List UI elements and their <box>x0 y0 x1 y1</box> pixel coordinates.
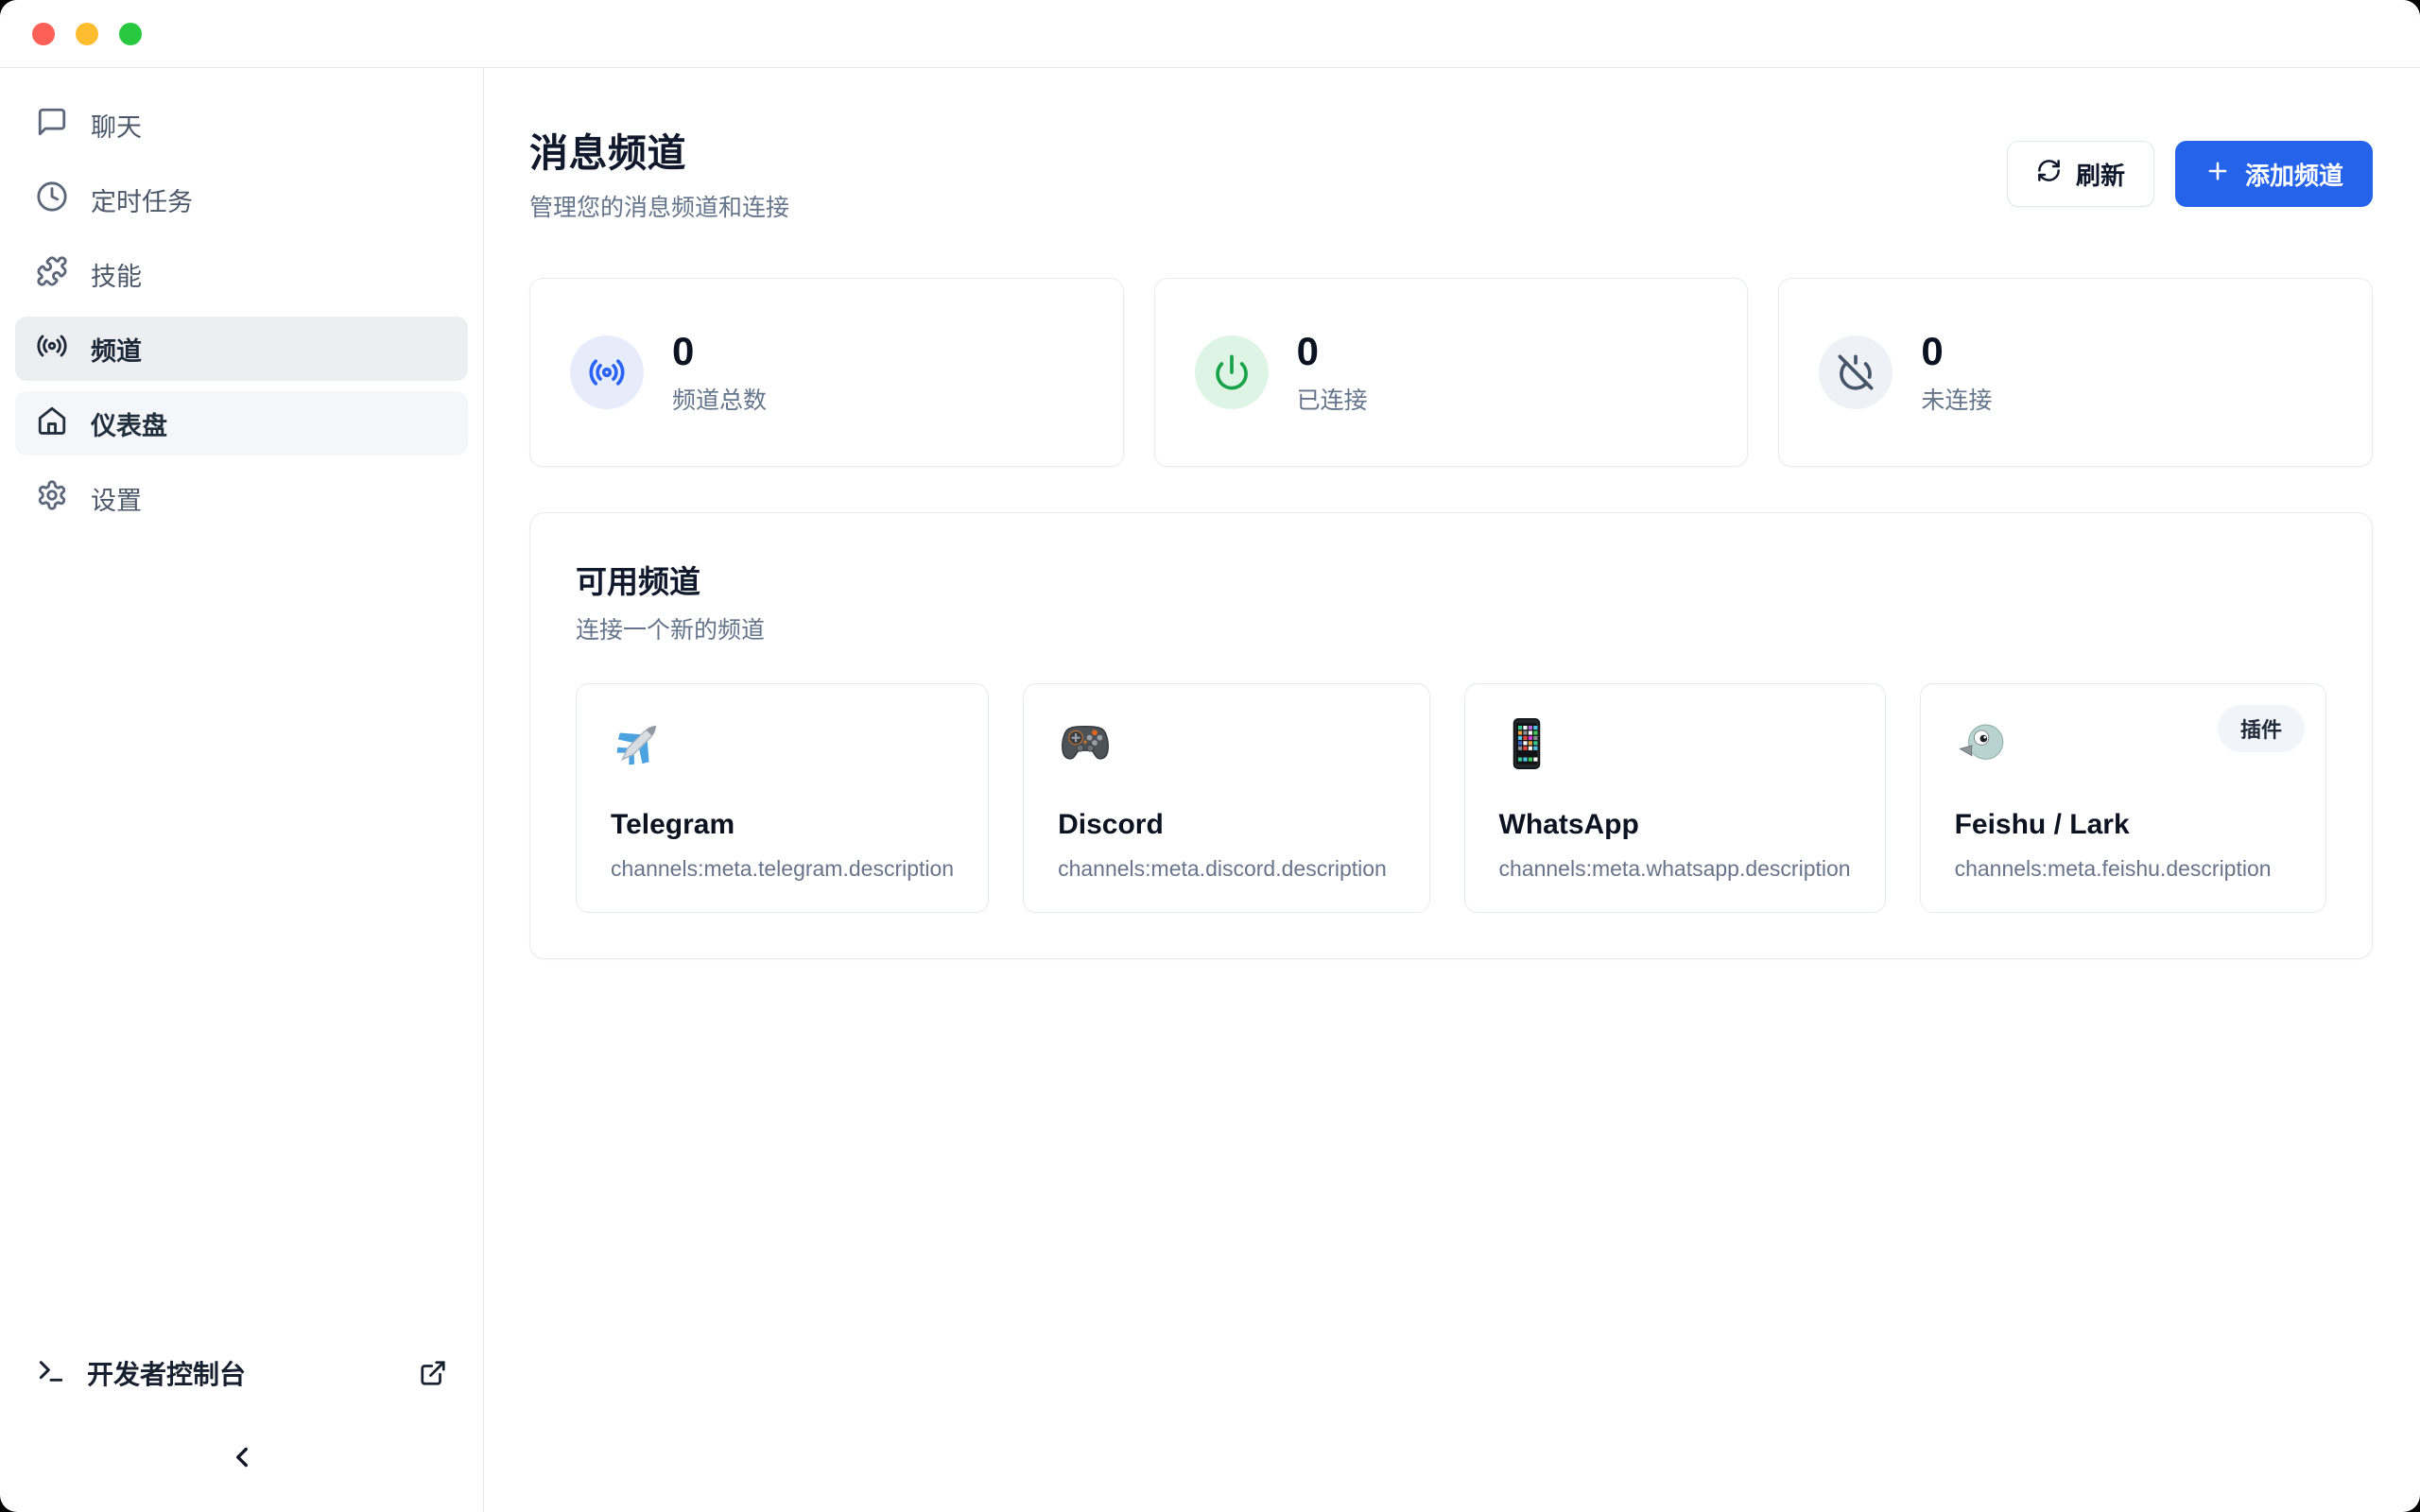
channel-name: Discord <box>1058 809 1394 841</box>
stat-label: 已连接 <box>1297 382 1368 416</box>
main-content: 消息频道 管理您的消息频道和连接 刷新 添加频道 <box>484 68 2420 1512</box>
external-link-icon[interactable] <box>419 1359 447 1387</box>
puzzle-icon <box>36 255 68 294</box>
channel-card-discord[interactable]: Discord channels:meta.discord.descriptio… <box>1023 683 1429 913</box>
terminal-icon <box>36 1356 66 1391</box>
power-off-icon <box>1819 335 1893 409</box>
developer-console-row[interactable]: 开发者控制台 <box>15 1354 468 1392</box>
sidebar-item-label: 仪表盘 <box>91 405 167 442</box>
sidebar-item-skills[interactable]: 技能 <box>15 242 468 306</box>
available-channels-panel: 可用频道 连接一个新的频道 <box>529 512 2373 959</box>
channel-name: WhatsApp <box>1499 809 1851 841</box>
stat-label: 未连接 <box>1921 382 1992 416</box>
stat-label: 频道总数 <box>672 382 767 416</box>
refresh-icon <box>2036 158 2062 190</box>
plugin-badge: 插件 <box>2218 705 2305 752</box>
chat-bubble-icon <box>36 106 68 145</box>
airplane-emoji <box>611 716 666 771</box>
minimize-window-button[interactable] <box>76 23 98 45</box>
zoom-window-button[interactable] <box>119 23 142 45</box>
sidebar-item-scheduled-tasks[interactable]: 定时任务 <box>15 167 468 232</box>
stat-value: 0 <box>672 329 767 374</box>
home-icon <box>36 404 68 443</box>
stat-card-total-channels: 0 频道总数 <box>529 278 1124 467</box>
chevron-left-icon <box>226 1441 258 1478</box>
clock-icon <box>36 180 68 219</box>
mobile-phone-emoji <box>1499 716 1554 771</box>
channel-name: Feishu / Lark <box>1955 809 2291 841</box>
gamepad-emoji <box>1058 716 1113 771</box>
close-window-button[interactable] <box>32 23 55 45</box>
channel-description: channels:meta.whatsapp.description <box>1499 856 1851 882</box>
sidebar-item-label: 聊天 <box>91 107 142 144</box>
power-icon <box>1195 335 1269 409</box>
plus-icon <box>2204 158 2231 191</box>
available-channels-title: 可用频道 <box>576 557 2326 602</box>
sidebar-item-label: 定时任务 <box>91 181 193 218</box>
channel-name: Telegram <box>611 809 954 841</box>
titlebar <box>0 0 2420 68</box>
add-channel-button[interactable]: 添加频道 <box>2175 141 2373 207</box>
refresh-button-label: 刷新 <box>2076 157 2125 192</box>
page-header: 消息频道 管理您的消息频道和连接 刷新 添加频道 <box>529 121 2373 223</box>
sidebar-item-settings[interactable]: 设置 <box>15 466 468 530</box>
sidebar: 聊天 定时任务 技能 频道 <box>0 68 484 1512</box>
channel-card-telegram[interactable]: Telegram channels:meta.telegram.descript… <box>576 683 989 913</box>
sidebar-item-chat[interactable]: 聊天 <box>15 93 468 157</box>
refresh-button[interactable]: 刷新 <box>2007 141 2154 207</box>
radio-icon <box>36 330 68 369</box>
channels-grid: Telegram channels:meta.telegram.descript… <box>576 683 2326 913</box>
stats-row: 0 频道总数 0 已连接 <box>529 278 2373 467</box>
sidebar-item-label: 频道 <box>91 331 142 368</box>
available-channels-subtitle: 连接一个新的频道 <box>576 611 2326 645</box>
stat-card-disconnected: 0 未连接 <box>1778 278 2373 467</box>
collapse-sidebar-button[interactable] <box>226 1441 258 1478</box>
app-window: 聊天 定时任务 技能 频道 <box>0 0 2420 1512</box>
stat-card-connected: 0 已连接 <box>1154 278 1749 467</box>
gear-icon <box>36 479 68 518</box>
page-title: 消息频道 <box>529 121 789 178</box>
bird-emoji <box>1955 716 2010 771</box>
stat-value: 0 <box>1921 329 1992 374</box>
developer-console-label: 开发者控制台 <box>87 1354 246 1392</box>
channel-card-whatsapp[interactable]: WhatsApp channels:meta.whatsapp.descript… <box>1464 683 1886 913</box>
sidebar-item-label: 设置 <box>91 480 142 517</box>
channel-description: channels:meta.discord.description <box>1058 856 1394 882</box>
sidebar-item-channels[interactable]: 频道 <box>15 317 468 381</box>
channel-card-feishu[interactable]: 插件 Feishu / Lark channels:meta.feishu.de… <box>1920 683 2326 913</box>
radio-icon <box>570 335 644 409</box>
add-channel-button-label: 添加频道 <box>2245 157 2343 192</box>
sidebar-item-label: 技能 <box>91 256 142 293</box>
channel-description: channels:meta.feishu.description <box>1955 856 2291 882</box>
channel-description: channels:meta.telegram.description <box>611 856 954 882</box>
sidebar-item-dashboard[interactable]: 仪表盘 <box>15 391 468 455</box>
page-subtitle: 管理您的消息频道和连接 <box>529 189 789 223</box>
stat-value: 0 <box>1297 329 1368 374</box>
